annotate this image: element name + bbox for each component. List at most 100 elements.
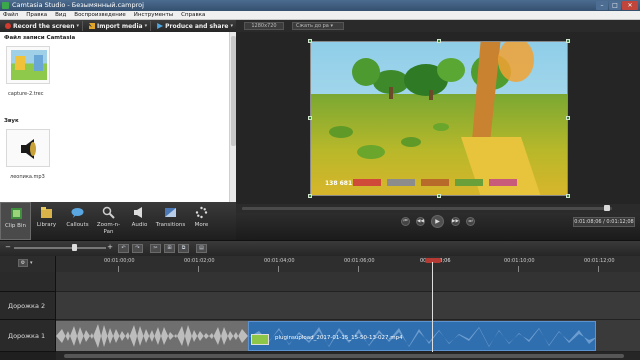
playhead-line[interactable] [432,262,433,360]
ruler-label: 00:01:02;00 [184,258,215,264]
app-icon [2,2,9,9]
track-area-empty[interactable] [56,272,640,292]
paste-icon[interactable]: ▤ [196,244,207,253]
record-screen-button[interactable]: Record the screen ▾ [2,21,84,31]
fast-forward-button[interactable]: ▶▶ [451,217,460,226]
gear-icon[interactable]: ⚙ [18,259,28,267]
resize-handle[interactable] [566,194,570,198]
title-bar: Camtasia Studio - Безымянный.camproj – □… [0,0,640,11]
seek-knob[interactable] [604,205,610,211]
timeline-zoom-slider[interactable] [14,247,106,249]
zoom-in-icon[interactable]: + [106,243,114,251]
resize-handle[interactable] [566,39,570,43]
tab-label: Audio [131,222,148,228]
minimize-button[interactable]: – [596,1,608,10]
clip-bin-scrollbar[interactable] [229,32,236,202]
tab-label: Callouts [66,222,89,228]
menu-help[interactable]: Справка [181,11,205,19]
tab-label: Clip Bin [5,223,26,229]
menu-edit[interactable]: Правка [26,11,47,19]
chevron-down-icon[interactable]: ▾ [230,23,233,29]
tab-more[interactable]: More [186,202,217,240]
speaker-icon [134,207,142,218]
ruler-label: 00:01:12;00 [584,258,615,264]
chevron-down-icon[interactable]: ▾ [30,259,36,267]
import-icon [89,23,96,29]
seek-bar[interactable] [242,207,612,210]
import-media-button[interactable]: Import media ▾ [86,21,152,31]
record-label: Record the screen [13,22,75,30]
play-button[interactable]: ▶ [431,215,444,228]
tab-label: More [194,222,209,228]
fit-dropdown[interactable]: Сжать до ра ▾ [292,22,344,30]
timeline-scroll-thumb[interactable] [64,354,624,358]
tab-transitions[interactable]: Transitions [155,202,186,240]
tab-callouts[interactable]: Callouts [62,202,93,240]
chevron-down-icon: ▾ [328,23,333,29]
record-icon [5,23,11,29]
undo-icon[interactable]: ↶ [118,244,129,253]
audio-thumbnail[interactable] [6,129,50,167]
track-header-2[interactable]: Дорожка 2 [0,292,56,320]
audio-filename: леопика.mp3 [10,174,45,180]
timeline-scrollbar[interactable] [56,352,640,360]
rewind-button[interactable]: ◀◀ [416,217,425,226]
library-folder-icon [41,207,52,218]
produce-share-button[interactable]: Produce and share ▾ [154,21,236,31]
tab-label: Transitions [155,222,186,228]
ruler-label: 00:01:06;00 [344,258,375,264]
game-scene-image: 138 681 [311,42,567,195]
tab-zoom-n-pan[interactable]: Zoom-n-Pan [93,202,124,240]
copy-icon[interactable]: ⧉ [178,244,189,253]
tab-audio[interactable]: Audio [124,202,155,240]
ruler-label: 00:01:00;00 [104,258,135,264]
menu-playback[interactable]: Воспроизведение [74,11,125,19]
video-clip-label: pluginsupload_2017-01-15_15-50-13-027.mp… [275,335,403,341]
dimension-dropdown[interactable]: 1280x720 [244,22,284,30]
video-preview[interactable]: 138 681 [310,41,568,196]
tab-clip-bin[interactable]: Clip Bin [0,202,31,240]
cut-icon[interactable]: ✂ [150,244,161,253]
camtasia-window: Camtasia Studio - Безымянный.camproj – □… [0,0,640,360]
tab-library[interactable]: Library [31,202,62,240]
task-tabs: Clip Bin Library Callouts Zoom-n-Pan Aud… [0,202,236,240]
audio-waveform [56,324,248,348]
resize-handle[interactable] [437,39,441,43]
import-label: Import media [97,22,143,30]
close-button[interactable]: ✕ [622,1,638,10]
ruler-label: 00:01:04;00 [264,258,295,264]
recording-filename: capture-2.trec [8,91,44,97]
chevron-down-icon[interactable]: ▾ [145,23,148,29]
split-icon[interactable]: ⊞ [164,244,175,253]
track-2-area[interactable] [56,292,640,320]
menu-tools[interactable]: Инструменты [134,11,173,19]
recording-thumbnail[interactable] [6,46,50,84]
clip-bin-panel: Файл записи Camtasia capture-2.trec Звук… [0,32,229,202]
next-clip-button[interactable]: ⏭ [466,217,475,226]
resize-handle[interactable] [308,116,312,120]
tab-label: Library [36,222,57,228]
timeline-ruler[interactable]: 00:01:00;00 00:01:02;00 00:01:04;00 00:0… [56,256,640,272]
resize-handle[interactable] [566,116,570,120]
recordings-header: Файл записи Camtasia [4,35,76,41]
resize-handle[interactable] [437,194,441,198]
produce-label: Produce and share [165,22,229,30]
ruler-label: 00:01:10;00 [504,258,535,264]
menu-file[interactable]: Файл [3,11,18,19]
tab-label: Zoom-n-Pan [96,222,121,235]
track-header-1[interactable]: Дорожка 1 [0,320,56,352]
zoom-out-icon[interactable]: − [4,243,12,251]
maximize-button[interactable]: □ [609,1,621,10]
video-clip[interactable]: pluginsupload_2017-01-15_15-50-13-027.mp… [248,321,596,351]
menu-view[interactable]: Вид [55,11,66,19]
previous-clip-button[interactable]: ⏮ [401,217,410,226]
resize-handle[interactable] [308,39,312,43]
zoom-slider-knob[interactable] [72,244,77,251]
playhead-handle[interactable] [425,258,441,263]
recording-preview-image [11,50,47,80]
resize-handle[interactable] [308,194,312,198]
redo-icon[interactable]: ↷ [132,244,143,253]
audio-clip[interactable] [56,321,248,351]
magnifier-icon [102,206,115,219]
chevron-down-icon[interactable]: ▾ [77,23,80,29]
